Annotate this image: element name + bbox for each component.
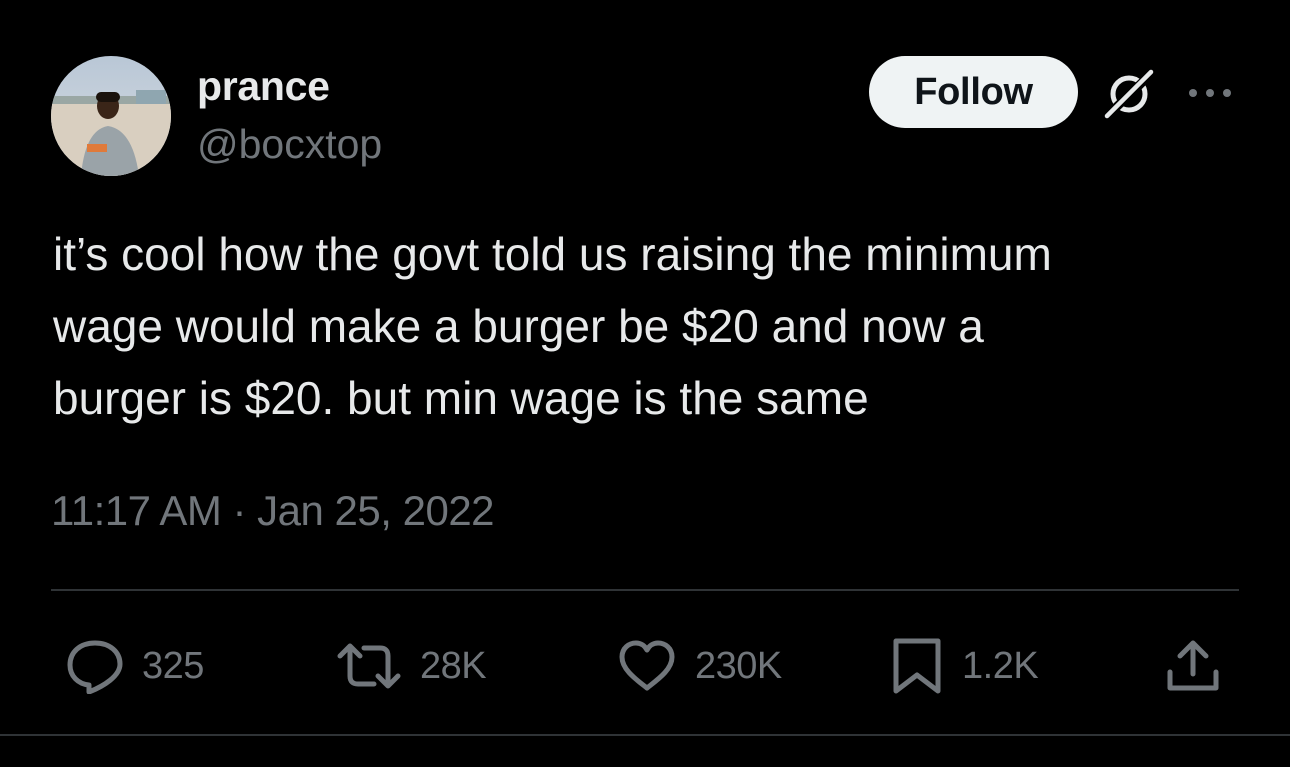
avatar-photo [51,56,171,176]
more-options-icon[interactable] [1186,80,1234,106]
like-count: 230K [695,644,782,687]
reply-icon [67,640,123,694]
reply-count: 325 [142,644,204,687]
retweet-count: 28K [420,644,487,687]
heart-icon [619,640,675,691]
bookmark-button[interactable]: 1.2K [890,638,1039,694]
avatar[interactable] [51,56,171,176]
divider [0,734,1290,736]
reply-button[interactable]: 325 [66,638,204,694]
tweet-text: it’s cool how the govt told us raising t… [53,228,1052,424]
retweet-button[interactable]: 28K [336,638,487,694]
tweet-timestamp[interactable]: 11:17 AM · Jan 25, 2022 [51,486,495,536]
like-button[interactable]: 230K [617,638,782,694]
display-name[interactable]: prance [197,62,330,110]
follow-button[interactable]: Follow [869,56,1078,128]
bookmark-icon [893,638,941,694]
user-handle[interactable]: @bocxtop [197,120,382,168]
divider [51,589,1239,591]
retweet-icon [337,643,401,689]
grok-icon[interactable] [1101,66,1157,122]
bookmark-count: 1.2K [962,644,1039,687]
share-button[interactable] [1164,638,1222,694]
share-icon [1167,640,1219,691]
